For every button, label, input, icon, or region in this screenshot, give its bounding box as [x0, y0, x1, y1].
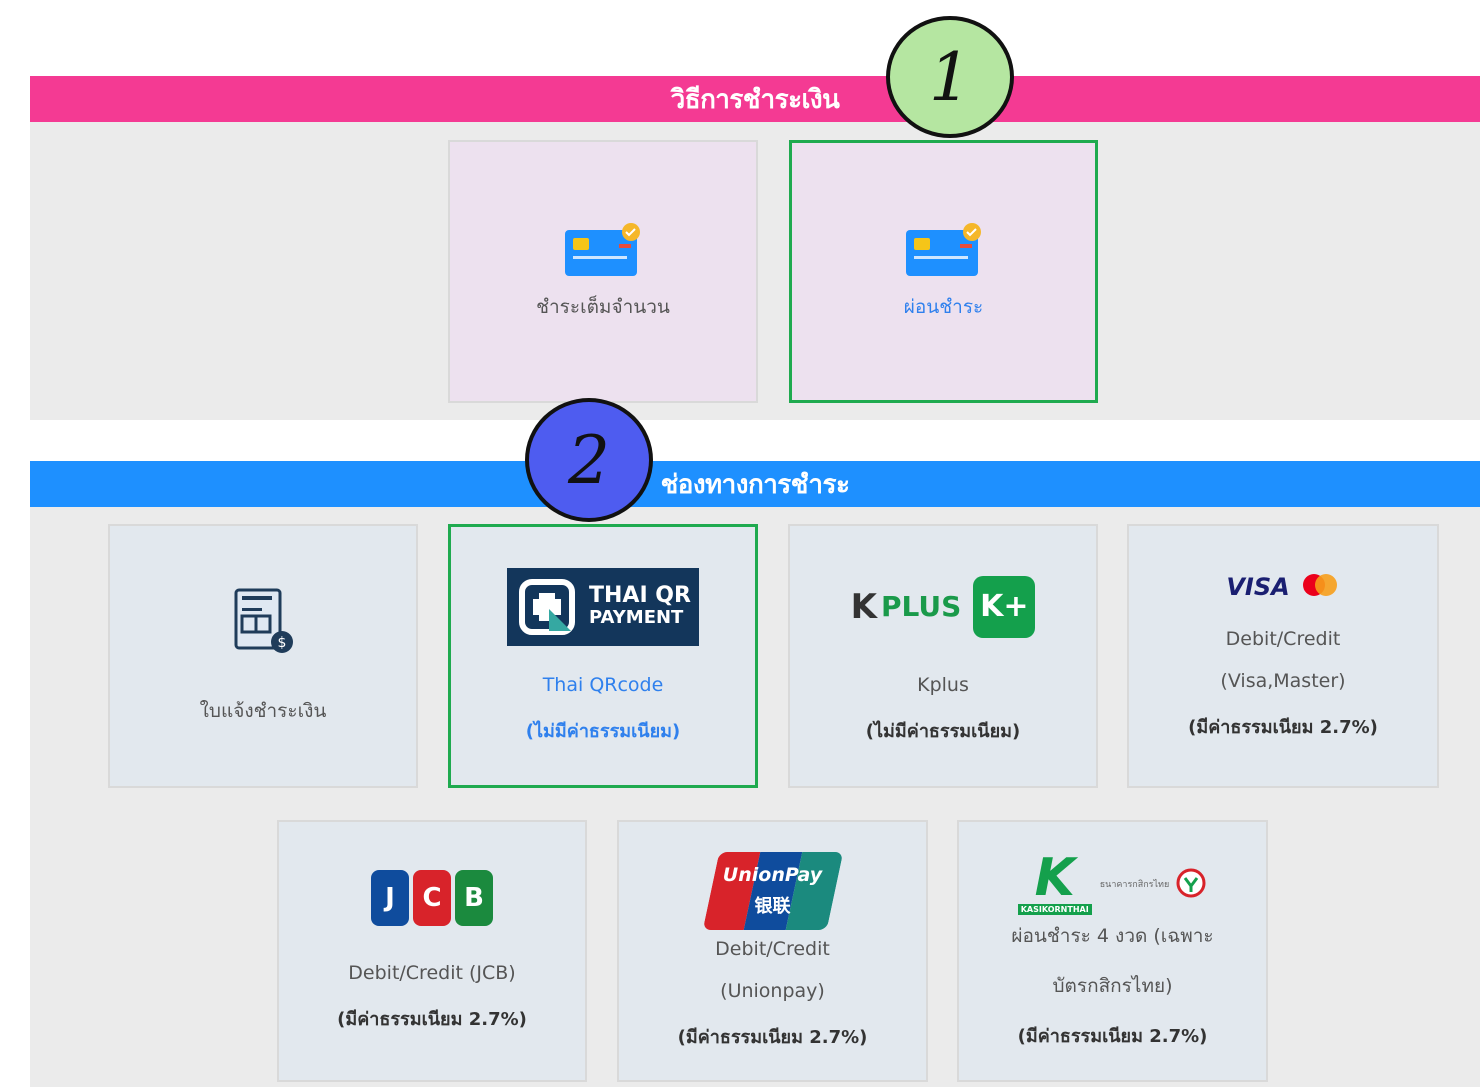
credit-card-icon	[904, 222, 984, 278]
payment-channel-title: ช่องทางการชำระ	[660, 469, 850, 500]
kplus-badge: K+	[973, 575, 1036, 638]
thai-qr-logo-line2: PAYMENT	[589, 606, 684, 628]
credit-card-icon	[563, 222, 643, 278]
channel-invoice[interactable]: $ ใบแจ้งชำระเงิน	[108, 524, 418, 788]
payment-method-title: วิธีการชำระเงิน	[670, 84, 840, 115]
channel-unionpay[interactable]: UnionPay 银联 Debit/Credit (Unionpay) (มีค…	[617, 820, 928, 1082]
payment-method-header: วิธีการชำระเงิน	[30, 76, 1480, 122]
channel-kasikorn[interactable]: K KASIKORNTHAI ธนาคารกสิกรไทย ผ่อนชำระ 4…	[957, 820, 1268, 1082]
channel-kasikorn-label: ผ่อนชำระ 4 งวด (เฉพาะ	[1011, 925, 1214, 947]
channel-unionpay-label: Debit/Credit	[715, 937, 830, 960]
channel-thai-qr-fee: (ไม่มีค่าธรรมเนียม)	[525, 720, 681, 742]
step-marker-2-label: 2	[568, 421, 610, 499]
channel-jcb-fee: (มีค่าธรรมเนียม 2.7%)	[337, 1008, 527, 1030]
channel-unionpay-detail: (Unionpay)	[720, 979, 825, 1002]
thai-qr-logo: THAI QR PAYMENT	[507, 567, 699, 646]
method-full-payment[interactable]: ชำระเต็มจำนวน	[448, 140, 758, 403]
channel-visa-detail: (Visa,Master)	[1220, 669, 1346, 692]
channel-kplus-fee: (ไม่มีค่าธรรมเนียม)	[865, 720, 1021, 742]
method-installment[interactable]: ผ่อนชำระ	[789, 140, 1098, 403]
jcb-logo: J C B	[371, 869, 493, 926]
channel-kplus[interactable]: K PLUS K+ Kplus (ไม่มีค่าธรรมเนียม)	[788, 524, 1098, 788]
payment-channel-header: ช่องทางการชำระ	[30, 461, 1480, 507]
invoice-icon: $	[228, 586, 298, 656]
channel-jcb-label: Debit/Credit (JCB)	[348, 961, 516, 984]
kasikorn-badge: KASIKORNTHAI	[1017, 904, 1092, 915]
svg-text:$: $	[278, 635, 287, 651]
unionpay-logo-line2: 银联	[754, 895, 791, 917]
channel-thai-qr-label: Thai QRcode	[542, 673, 664, 696]
kplus-logo-text: PLUS	[881, 590, 962, 623]
channel-visa-master[interactable]: VISA Debit/Credit (Visa,Master) (มีค่าธร…	[1127, 524, 1439, 788]
mastercard-icon	[1302, 573, 1337, 596]
channel-kasikorn-fee: (มีค่าธรรมเนียม 2.7%)	[1017, 1026, 1208, 1047]
kasikorn-logo: K KASIKORNTHAI ธนาคารกสิกรไทย	[1017, 852, 1208, 915]
method-installment-label: ผ่อนชำระ	[903, 295, 984, 318]
channel-thai-qr[interactable]: THAI QR PAYMENT Thai QRcode (ไม่มีค่าธรร…	[448, 524, 758, 788]
step-marker-1: 1	[886, 16, 1014, 138]
channel-kasikorn-detail: บัตรกสิกรไทย)	[1052, 975, 1173, 997]
visa-logo-text: VISA	[1226, 572, 1290, 601]
kasikorn-thai-name: ธนาคารกสิกรไทย	[1099, 880, 1170, 890]
unionpay-logo-line1: UnionPay	[722, 863, 823, 886]
channel-jcb[interactable]: J C B Debit/Credit (JCB) (มีค่าธรรมเนียม…	[277, 820, 587, 1082]
unionpay-logo: UnionPay 银联	[702, 851, 843, 930]
step-marker-2: 2	[525, 398, 653, 522]
kplus-logo: K PLUS K+	[851, 568, 1036, 646]
thai-qr-logo-line1: THAI QR	[589, 582, 691, 608]
visa-master-logo: VISA	[1226, 572, 1339, 602]
qr-icon	[519, 578, 575, 635]
channel-visa-fee: (มีค่าธรรมเนียม 2.7%)	[1188, 716, 1378, 738]
channel-visa-label: Debit/Credit	[1225, 627, 1341, 650]
channel-unionpay-fee: (มีค่าธรรมเนียม 2.7%)	[677, 1026, 868, 1048]
step-marker-1-label: 1	[929, 38, 971, 116]
kasikorn-seal-icon	[1176, 868, 1206, 898]
channel-invoice-label: ใบแจ้งชำระเงิน	[199, 700, 327, 722]
channel-kplus-label: Kplus	[917, 673, 969, 696]
method-full-payment-label: ชำระเต็มจำนวน	[536, 295, 670, 318]
